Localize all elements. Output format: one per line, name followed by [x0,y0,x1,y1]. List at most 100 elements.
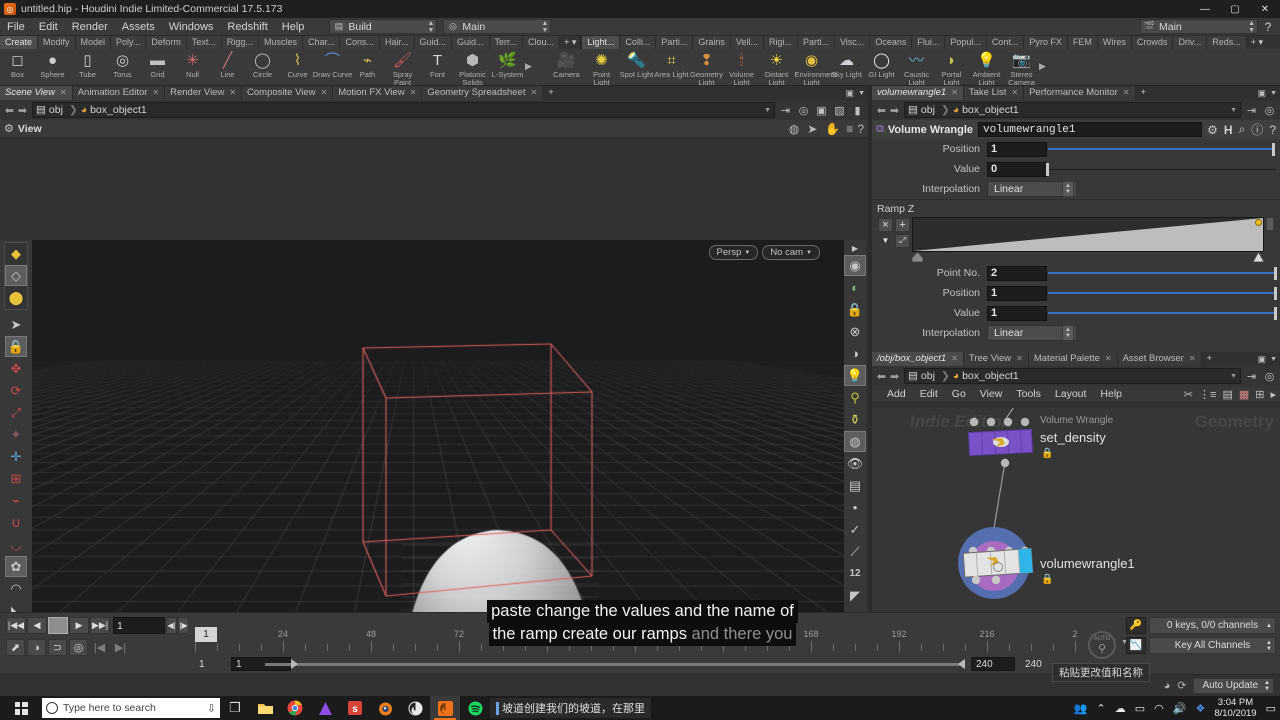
lock-icon[interactable]: 🔒 [844,299,866,320]
node-label-volumewrangle1[interactable]: volumewrangle1 [1040,556,1135,571]
shelf-tool-distant-light-icon[interactable]: ☀ Distant Light [759,49,794,85]
pin-icon[interactable]: ⇥ [1244,103,1259,118]
shelf-scroll-right-icon-2[interactable]: ▶ [1039,49,1049,72]
shelf-tab-right-13[interactable]: FEM [1067,36,1098,49]
next-key-icon[interactable]: ▶| [111,639,130,656]
close-icon[interactable]: ✕ [410,86,417,100]
people-icon[interactable]: 👥 [1074,702,1088,715]
shelf-tab-left-0[interactable]: Create [0,36,39,49]
search-input[interactable]: Type here to search ⇩ [42,698,220,718]
ramp-menu-button[interactable]: ▼ [878,234,893,248]
maximize-pane-icon[interactable]: ▣ [1258,354,1267,365]
parm-ramp-slider-1[interactable] [1048,286,1277,301]
scene-path-field[interactable]: ▤ obj ❯ ◕ box_object1 ▼ [32,102,775,118]
shelf-tab-right-3[interactable]: Grains [693,36,731,49]
shelf-tool-gi-light-icon[interactable]: ◯ GI Light [864,49,899,79]
node-label-set_density[interactable]: set_density [1040,430,1106,445]
maximize-pane-icon[interactable]: ▣ [846,88,855,99]
shelf-add-tab-left[interactable]: + ▾ [560,36,581,49]
minimize-button[interactable]: — [1190,0,1220,18]
chevron-up-icon[interactable]: ⌃ [1097,702,1106,715]
close-icon[interactable]: ✕ [229,86,236,100]
shelf-tool-environment-light-icon[interactable]: ◉ Environment Light [794,49,837,85]
refresh-icon[interactable]: ⟳ [1177,679,1186,692]
shelf-tab-left-10[interactable]: Hair... [379,36,415,49]
step-back-icon[interactable]: ◀ [27,617,47,634]
play-icon[interactable]: ▶ [69,617,89,634]
search-icon[interactable]: ⌕ [1239,122,1246,137]
channels-icon[interactable]: 📉 [1126,637,1146,654]
shelf-tool-line-icon[interactable]: ╱ Line [210,49,245,79]
display-options-icon[interactable]: ✿ [5,556,27,577]
shading-icon[interactable]: ◑ [844,343,866,364]
scene-view-add-tab[interactable]: + [543,86,559,100]
scene-light-icon[interactable]: ⚱ [844,409,866,430]
prim-display-icon[interactable]: ◤ [844,585,866,606]
audio-icon[interactable]: ◑ [27,639,46,656]
shelf-tab-left-7[interactable]: Muscles [258,36,303,49]
parm-top-menu-2[interactable]: Linear ▲ ▼ [987,181,1077,197]
auto-update-dropdown[interactable]: Auto Update ▲ ▼ [1193,677,1274,694]
parameter-tab-0[interactable]: volumewrangle1 ✕ [872,86,964,100]
cook-icon[interactable]: ◕ [1164,680,1171,692]
menu-file[interactable]: File [0,18,32,36]
layers-icon[interactable]: ▤ [1222,388,1232,401]
shelf-tab-right-2[interactable]: Parti... [656,36,694,49]
xray-icon[interactable]: ⊗ [844,321,866,342]
gear-icon[interactable]: ⚙ [1207,123,1218,137]
scene-view-tab-3[interactable]: Composite View ✕ [242,86,334,100]
task-view-icon[interactable]: ❒ [220,696,250,720]
parm-top-slider-0[interactable] [1048,142,1276,157]
parameter-add-tab[interactable]: + [1135,86,1152,100]
slider-handle[interactable] [1274,306,1277,320]
geometry-mode-icon[interactable]: ◇ [5,265,27,286]
view-gear-icon[interactable]: ⚙ [4,122,14,135]
shelf-tab-left-13[interactable]: Terr... [489,36,524,49]
snap-multi-icon[interactable]: ◡ [5,534,27,555]
ramp-key-right[interactable] [1252,250,1265,263]
parm-ramp-field-1[interactable]: 1 [987,285,1047,301]
wifi-icon[interactable]: ◠ [1154,702,1164,715]
normals-icon[interactable]: ✓ [844,519,866,540]
shelf-tool-volume-light-icon[interactable]: 🕯 Volume Light [724,49,759,85]
maximize-button[interactable]: ▢ [1220,0,1250,18]
scene-view-tab-5[interactable]: Geometry Spreadsheet ✕ [422,86,544,100]
shelf-tool-point-light-icon[interactable]: ✺ Point Light [584,49,619,85]
prev-key-icon[interactable]: |◀ [90,639,109,656]
back-arrow-icon[interactable]: ⬅ [3,104,16,117]
current-frame-field[interactable]: 1 [113,617,165,634]
menu-windows[interactable]: Windows [162,18,221,36]
shelf-tab-right-10[interactable]: Popul... [945,36,987,49]
frame-prev-icon[interactable]: ◀| [166,617,177,634]
shelf-tab-right-8[interactable]: Oceans [870,36,913,49]
shelf-tool-font-icon[interactable]: T Font [420,49,455,79]
perspective-badge[interactable]: Persp ▼ [708,245,759,260]
shelf-tab-right-15[interactable]: Crowds [1131,36,1174,49]
view-axes-icon[interactable]: ✛ [5,446,27,467]
close-icon[interactable]: ✕ [531,86,538,100]
arrow-select-icon[interactable]: ➤ [5,314,27,335]
range-track[interactable] [265,663,965,666]
ghost-icon[interactable]: ◐ [844,277,866,298]
chevron-down-icon[interactable]: ▼ [764,107,771,114]
shelf-tab-right-7[interactable]: Visc... [834,36,871,49]
shelf-tab-left-11[interactable]: Guid... [414,36,453,49]
key-icon[interactable]: ◎ [69,639,88,656]
close-icon[interactable]: ✕ [951,352,958,366]
clock[interactable]: 3:04 PM 8/10/2019 [1214,697,1256,719]
shelf-tab-left-9[interactable]: Cons... [340,36,380,49]
network-menu-help[interactable]: Help [1093,388,1129,400]
network-tab-0[interactable]: /obj/box_object1 ✕ [872,352,964,366]
file-explorer-icon[interactable] [250,696,280,720]
paint-icon[interactable]: ▨ [832,103,847,118]
shelf-tool-sky-light-icon[interactable]: ☁ Sky Light [829,49,864,79]
close-icon[interactable]: ✕ [1105,352,1112,366]
pin-icon[interactable]: ⇥ [1244,369,1259,384]
close-icon[interactable]: ✕ [1016,352,1023,366]
info-icon[interactable]: ⓘ [1251,121,1263,138]
desktop-combo[interactable]: ▤ Build ▲ ▼ [329,19,438,34]
shelf-tool-camera-icon[interactable]: 🎥 Camera [549,49,584,79]
shelf-tool-spot-light-icon[interactable]: 🔦 Spot Light [619,49,654,79]
back-arrow-icon[interactable]: ⬅ [875,104,888,117]
ramp-gradient[interactable] [912,217,1264,252]
